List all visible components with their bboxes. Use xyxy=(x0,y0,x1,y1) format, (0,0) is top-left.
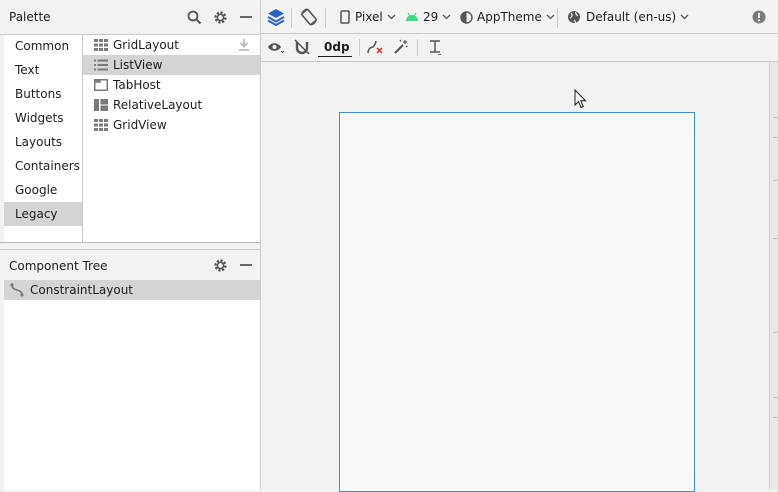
palette-item-label: GridView xyxy=(113,118,167,132)
scroll-tick xyxy=(773,117,778,118)
palette-item-label: ListView xyxy=(113,58,163,72)
palette-title: Palette xyxy=(9,10,51,24)
scroll-tick xyxy=(773,238,778,239)
theme-dropdown[interactable]: AppTheme xyxy=(460,0,555,34)
grid-icon xyxy=(94,39,108,51)
theme-label: AppTheme xyxy=(477,10,542,24)
palette-item-listview[interactable]: ListView xyxy=(83,55,260,75)
autoconnect-button[interactable] xyxy=(293,38,311,56)
palette-item-gridview[interactable]: GridView xyxy=(83,115,260,135)
clear-constraints-button[interactable] xyxy=(366,38,384,56)
chevron-down-icon xyxy=(442,14,451,20)
minimize-icon[interactable] xyxy=(238,257,254,273)
category-widgets[interactable]: Widgets xyxy=(4,106,82,130)
component-tree-pane xyxy=(4,280,260,490)
layers-button[interactable] xyxy=(266,0,286,34)
category-legacy[interactable]: Legacy xyxy=(4,202,82,226)
globe-icon xyxy=(568,11,580,24)
api-level-label: 29 xyxy=(423,10,439,24)
magnet-off-icon xyxy=(294,39,310,55)
chevron-down-icon xyxy=(546,14,555,20)
tree-item-constraintlayout[interactable]: ConstraintLayout xyxy=(4,280,260,300)
default-margin-field[interactable]: 0dp xyxy=(318,38,352,57)
divider xyxy=(291,8,292,28)
search-icon[interactable] xyxy=(186,9,202,25)
eye-icon xyxy=(268,43,285,54)
palette-item-label: TabHost xyxy=(113,78,161,92)
warning-button[interactable] xyxy=(752,0,766,34)
gear-icon[interactable] xyxy=(212,9,228,25)
tree-item-label: ConstraintLayout xyxy=(30,283,134,297)
scroll-tick xyxy=(773,397,778,398)
tab-icon xyxy=(94,79,108,91)
grid-icon xyxy=(94,119,108,131)
phone-icon xyxy=(340,10,350,24)
warning-icon xyxy=(752,10,766,24)
gear-icon[interactable] xyxy=(212,257,228,273)
divider xyxy=(359,39,360,56)
category-text[interactable]: Text xyxy=(4,58,82,82)
theme-icon xyxy=(460,10,473,24)
download-icon[interactable] xyxy=(227,38,255,51)
divider xyxy=(0,242,260,243)
clear-constraints-icon xyxy=(367,40,383,54)
scroll-tick xyxy=(773,180,778,181)
default-margin-value: 0dp xyxy=(324,40,350,54)
relative-layout-icon xyxy=(94,99,108,111)
rotate-icon xyxy=(301,8,317,26)
vertical-scrollbar[interactable] xyxy=(769,62,778,490)
align-icon xyxy=(430,40,442,55)
divider xyxy=(769,62,770,490)
mouse-cursor-icon xyxy=(574,88,588,109)
palette-header: Palette xyxy=(0,0,260,34)
palette-item-label: GridLayout xyxy=(113,38,179,52)
scroll-tick xyxy=(773,417,778,418)
component-tree-title: Component Tree xyxy=(9,259,108,273)
locale-dropdown[interactable]: Default (en-us) xyxy=(567,0,689,34)
api-level-dropdown[interactable]: 29 xyxy=(405,0,451,34)
guidelines-button[interactable] xyxy=(426,38,444,56)
category-containers[interactable]: Containers xyxy=(4,154,82,178)
constraint-layout-icon xyxy=(10,283,24,297)
orientation-button[interactable] xyxy=(299,0,319,34)
scroll-tick xyxy=(773,332,778,333)
minimize-icon[interactable] xyxy=(238,9,254,25)
palette-item-relativelayout[interactable]: RelativeLayout xyxy=(83,95,260,115)
palette-item-label: RelativeLayout xyxy=(113,98,203,112)
device-screen-preview[interactable] xyxy=(339,112,695,492)
divider xyxy=(417,39,418,56)
locale-label: Default (en-us) xyxy=(586,10,677,24)
category-buttons[interactable]: Buttons xyxy=(4,82,82,106)
view-options-button[interactable] xyxy=(267,38,285,56)
chevron-down-icon xyxy=(680,14,689,20)
component-tree-header: Component Tree xyxy=(0,250,260,280)
divider xyxy=(557,8,558,28)
scroll-tick xyxy=(773,137,778,138)
infer-constraints-button[interactable] xyxy=(392,38,410,56)
palette-item-gridlayout[interactable]: GridLayout xyxy=(83,35,260,55)
divider xyxy=(325,8,326,28)
android-icon xyxy=(406,12,418,21)
magic-wand-icon xyxy=(394,39,408,54)
palette-item-tabhost[interactable]: TabHost xyxy=(83,75,260,95)
category-layouts[interactable]: Layouts xyxy=(4,130,82,154)
list-icon xyxy=(94,59,108,71)
category-google[interactable]: Google xyxy=(4,178,82,202)
chevron-down-icon xyxy=(387,14,396,20)
device-label: Pixel xyxy=(355,10,383,24)
category-common[interactable]: Common xyxy=(4,34,82,58)
layers-icon xyxy=(267,9,285,27)
device-dropdown[interactable]: Pixel xyxy=(340,0,396,34)
